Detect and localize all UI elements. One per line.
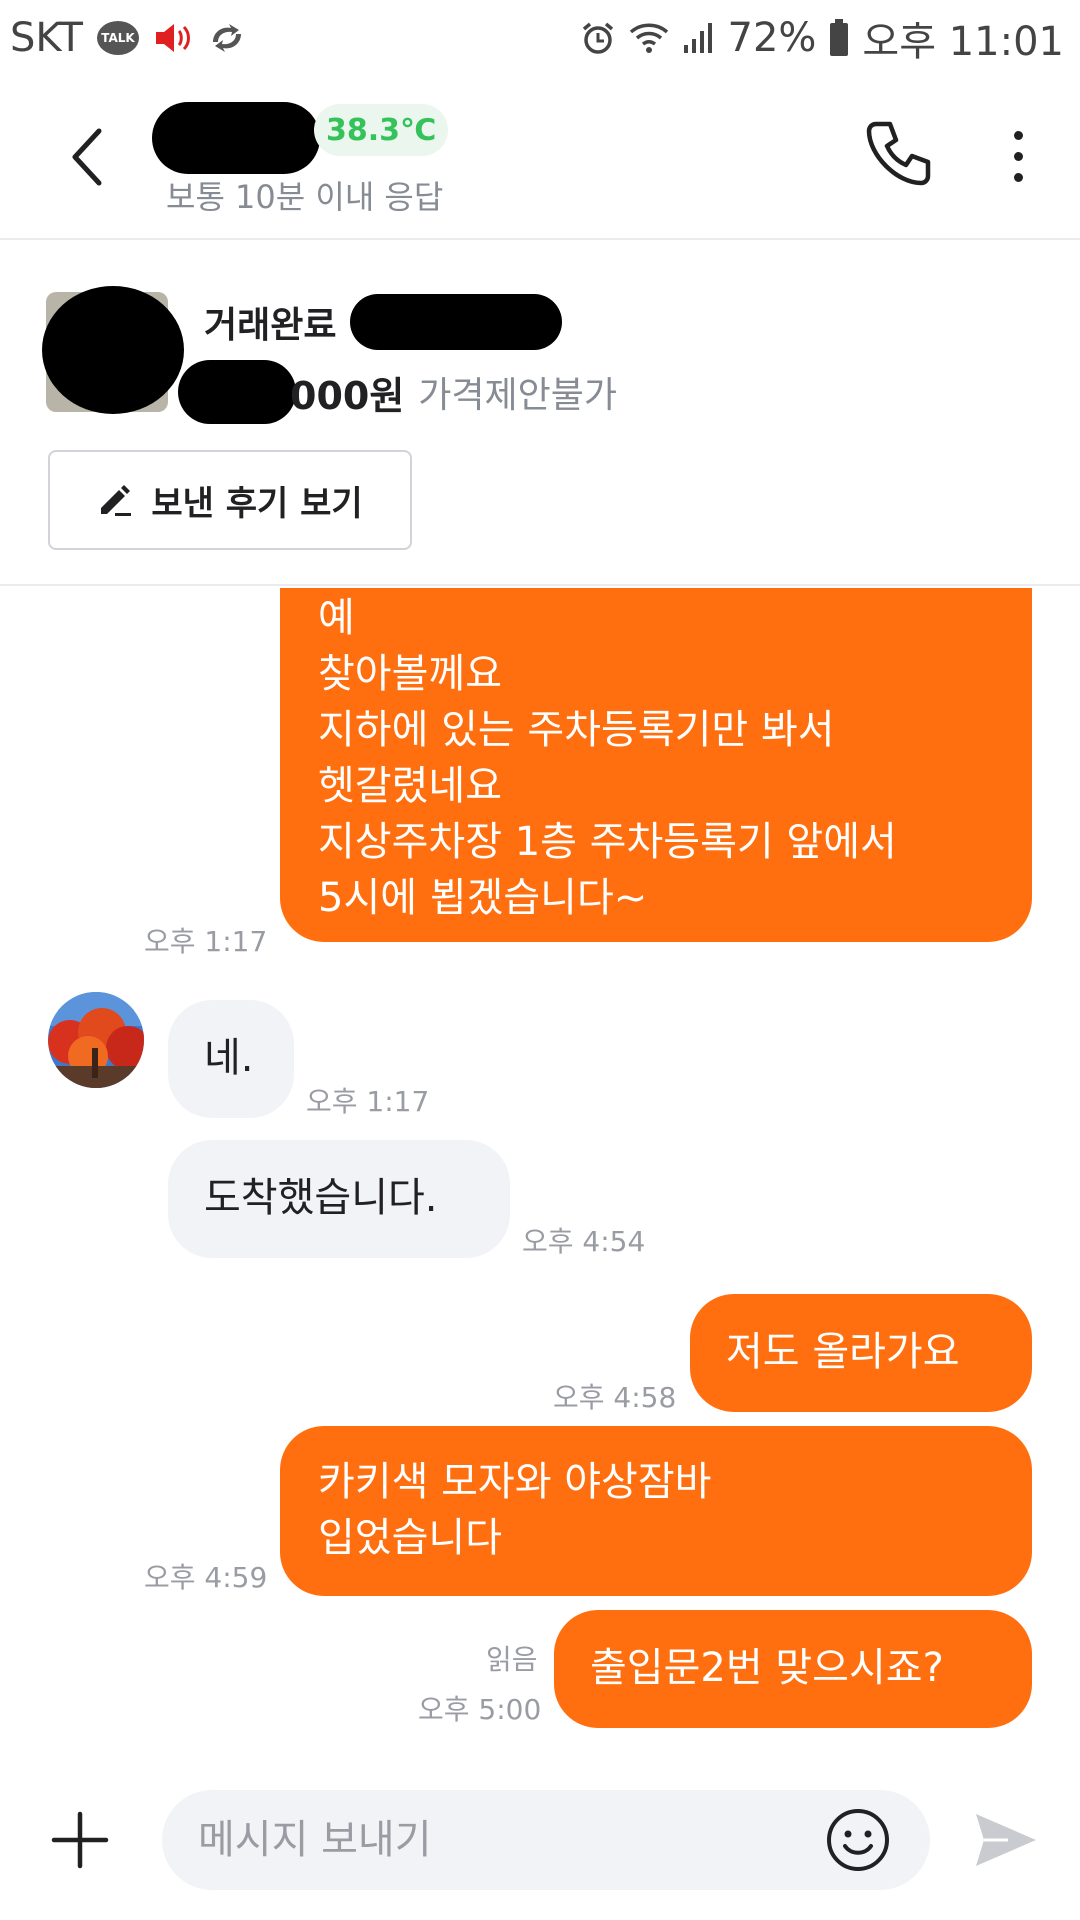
battery-percent: 72% (727, 15, 817, 61)
redacted-username (152, 102, 320, 174)
alarm-icon (580, 20, 616, 56)
manner-temperature-badge: 38.3℃ (314, 104, 449, 156)
product-status-line: 거래완료 (204, 294, 563, 350)
chat-messages[interactable]: 예 찾아볼께요 지하에 있는 주차등록기만 봐서 헷갈렸네요 지상주차장 1층 … (0, 588, 1080, 1762)
smiley-icon (827, 1809, 889, 1871)
call-button[interactable] (862, 118, 934, 190)
response-time-label: 보통 10분 이내 응답 (166, 178, 444, 216)
price-line: 000원 가격제안불가 (178, 360, 617, 424)
message-timestamp: 오후 5:00 (418, 1693, 542, 1726)
message-timestamp: 오후 1:17 (306, 1085, 430, 1118)
more-dot-icon (1013, 130, 1023, 140)
send-button[interactable] (972, 1808, 1040, 1872)
view-sent-review-button[interactable]: 보낸 후기 보기 (48, 450, 412, 550)
message-bubble-sent[interactable]: 저도 올라가요 (690, 1294, 1032, 1412)
trade-status-label: 거래완료 (204, 305, 337, 346)
product-price: 000원 (290, 373, 405, 418)
message-bubble-received[interactable]: 네. (168, 1000, 294, 1118)
back-button[interactable] (52, 122, 122, 192)
wifi-icon (628, 21, 670, 55)
message-input[interactable] (162, 1790, 930, 1890)
attach-button[interactable] (48, 1808, 112, 1872)
status-bar-right: 72% 오후 11:01 (580, 9, 1064, 67)
clock: 오후 11:01 (862, 19, 1064, 65)
price-negotiation-label: 가격제안불가 (418, 375, 618, 416)
more-dot-icon (1013, 151, 1023, 161)
pencil-icon (101, 485, 132, 516)
signal-icon (682, 21, 716, 55)
kakaotalk-notification-icon: TALK (96, 21, 139, 55)
chevron-left-icon (72, 128, 102, 186)
speaker-icon (153, 20, 193, 56)
emoji-button[interactable] (824, 1806, 892, 1874)
redacted-price-prefix (178, 360, 296, 424)
message-bubble-sent[interactable]: 카키색 모자와 야상잠바 입었습니다 (280, 1426, 1032, 1596)
autumn-tree-avatar-icon (48, 992, 144, 1088)
message-bubble-sent[interactable]: 예 찾아볼께요 지하에 있는 주차등록기만 봐서 헷갈렸네요 지상주차장 1층 … (280, 588, 1032, 942)
read-receipt: 읽음 (486, 1643, 538, 1676)
partner-avatar[interactable] (48, 992, 144, 1088)
message-timestamp: 오후 4:59 (144, 1561, 268, 1594)
redacted-product-title (350, 294, 563, 350)
message-input-bar (0, 1762, 1080, 1920)
status-bar-left: SKT TALK (10, 15, 247, 61)
message-timestamp: 오후 1:17 (144, 925, 268, 958)
battery-icon (828, 19, 850, 57)
message-bubble-sent[interactable]: 출입문2번 맞으시죠? (554, 1610, 1032, 1728)
message-timestamp: 오후 4:54 (522, 1225, 646, 1258)
send-icon (976, 1814, 1036, 1866)
message-timestamp: 오후 4:58 (553, 1381, 677, 1414)
product-panel: 거래완료 000원 가격제안불가 보낸 후기 보기 (0, 240, 1080, 586)
sync-icon (207, 20, 247, 56)
redacted-thumbnail-mask (42, 286, 184, 414)
message-bubble-received[interactable]: 도착했습니다. (168, 1140, 510, 1258)
status-bar: SKT TALK 72% 오후 11:01 (0, 0, 1080, 76)
more-options-button[interactable] (996, 120, 1040, 192)
view-sent-review-label: 보낸 후기 보기 (151, 483, 363, 524)
carrier-label: SKT (10, 15, 83, 61)
phone-icon (866, 121, 931, 186)
chat-header: 38.3℃ 보통 10분 이내 응답 (0, 76, 1080, 240)
more-dot-icon (1013, 172, 1023, 182)
plus-icon (51, 1811, 109, 1869)
